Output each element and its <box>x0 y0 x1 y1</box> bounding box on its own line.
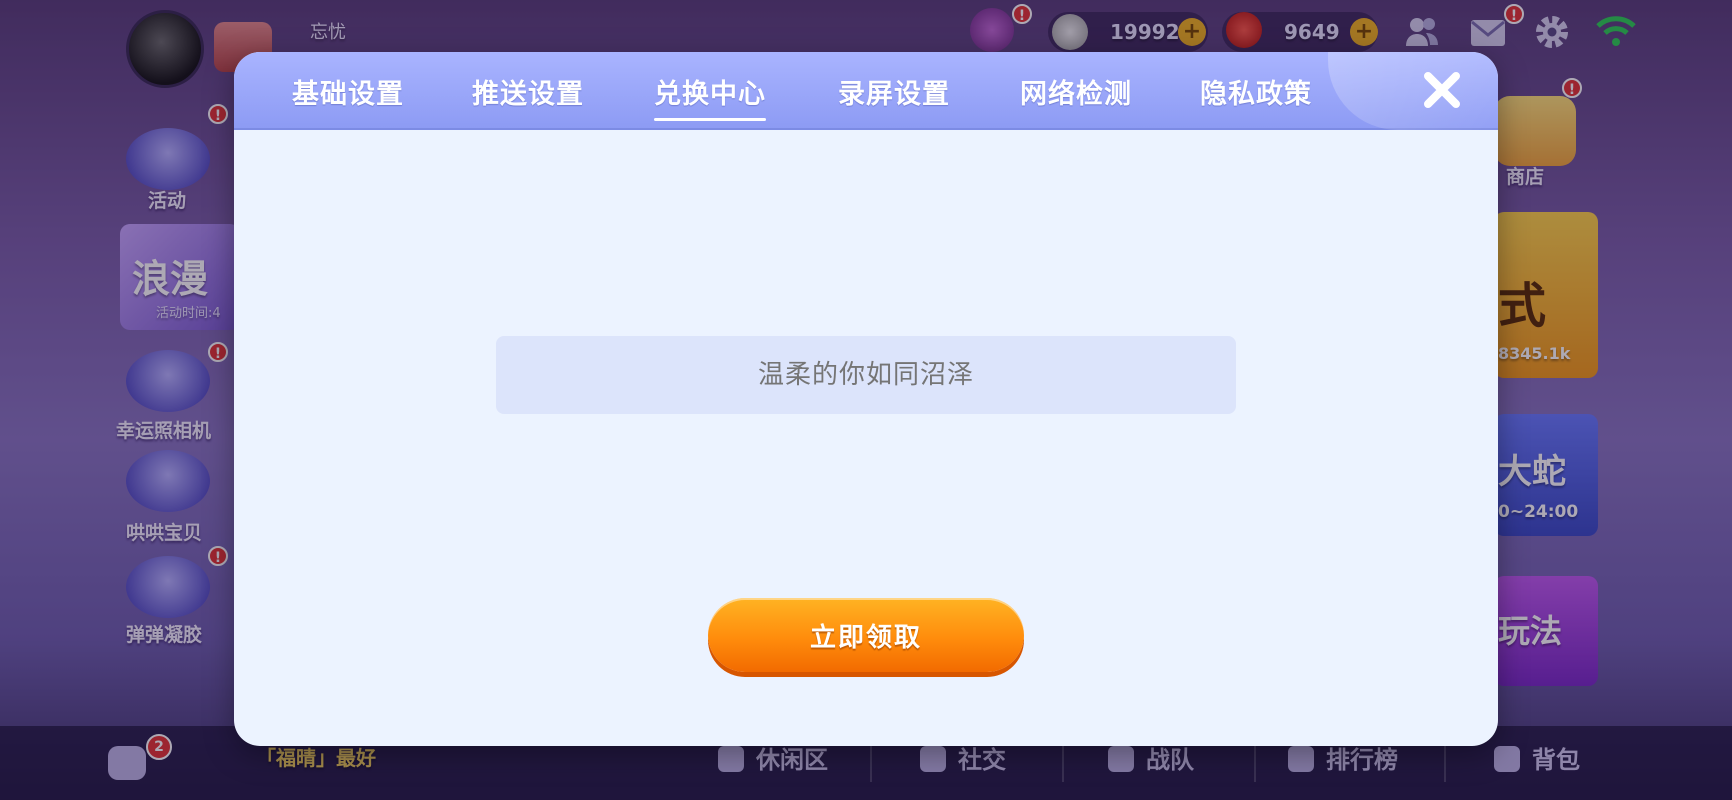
right-banner-1-title: 式 <box>1498 278 1547 334</box>
right-banner-3[interactable]: 玩法 <box>1494 576 1598 686</box>
activity-badge: ! <box>208 104 228 124</box>
add-coins-button[interactable]: + <box>1178 18 1206 46</box>
microphone-icon <box>718 746 744 772</box>
notification-badge: ! <box>1012 4 1032 24</box>
right-banner-1-subtitle: 8345.1k <box>1498 344 1571 363</box>
tab-recording-settings[interactable]: 录屏设置 <box>838 72 950 111</box>
social-icon <box>920 746 946 772</box>
lucky-camera-button[interactable] <box>126 350 210 412</box>
backpack-icon <box>1494 746 1520 772</box>
nav-leisure-label: 休闲区 <box>756 746 828 774</box>
shop-button[interactable] <box>1494 96 1576 166</box>
left-event-banner[interactable]: 浪漫 活动时间:4 <box>120 224 240 330</box>
apple-icon <box>1226 12 1262 48</box>
nav-divider <box>870 746 872 782</box>
friends-icon[interactable] <box>1404 14 1440 50</box>
nav-divider <box>1254 746 1256 782</box>
jelly-label: 弹弹凝胶 <box>126 624 203 646</box>
tab-bar-corner-decoration <box>1328 52 1498 130</box>
coin-count: 19992 <box>1110 20 1180 44</box>
right-banner-2-subtitle: 0~24:00 <box>1498 502 1579 522</box>
nav-backpack[interactable]: 背包 <box>1494 740 1580 775</box>
nav-divider <box>1062 746 1064 782</box>
gear-icon[interactable] <box>1534 14 1570 50</box>
chat-unread-badge: 2 <box>146 734 172 760</box>
claim-now-button[interactable]: 立即领取 <box>708 598 1024 672</box>
add-apples-button[interactable]: + <box>1350 18 1378 46</box>
chat-ticker: 「福晴」最好 <box>256 746 376 770</box>
mail-icon[interactable] <box>1470 16 1506 52</box>
right-banner-3-title: 玩法 <box>1498 612 1563 650</box>
shop-label: 商店 <box>1506 166 1545 188</box>
wifi-icon <box>1596 14 1636 50</box>
nav-team-label: 战队 <box>1146 746 1194 774</box>
player-avatar[interactable] <box>126 10 204 88</box>
trophy-icon <box>1288 746 1314 772</box>
tab-push-settings[interactable]: 推送设置 <box>472 72 584 111</box>
player-nickname: 忘忧 <box>310 22 346 43</box>
team-icon <box>1108 746 1134 772</box>
redeem-code-input[interactable] <box>496 336 1236 414</box>
close-icon[interactable] <box>1420 68 1464 112</box>
lucky-camera-badge: ! <box>208 342 228 362</box>
right-banner-1[interactable]: 式 8345.1k <box>1494 212 1598 378</box>
coin-icon <box>1052 14 1088 50</box>
tab-privacy-policy[interactable]: 隐私政策 <box>1200 72 1312 111</box>
jelly-button[interactable] <box>126 556 210 618</box>
tab-redeem-center[interactable]: 兑换中心 <box>654 72 766 121</box>
shop-badge: ! <box>1562 78 1582 98</box>
activity-button[interactable] <box>126 128 210 190</box>
apple-count: 9649 <box>1284 20 1340 44</box>
chat-icon[interactable] <box>108 746 146 780</box>
activity-label: 活动 <box>148 190 187 212</box>
bell-icon[interactable] <box>970 8 1014 52</box>
settings-modal: 基础设置 推送设置 兑换中心 录屏设置 网络检测 隐私政策 立即领取 <box>234 52 1498 746</box>
settings-tab-bar: 基础设置 推送设置 兑换中心 录屏设置 网络检测 隐私政策 <box>234 52 1498 130</box>
nav-backpack-label: 背包 <box>1532 746 1580 774</box>
nav-divider <box>1444 746 1446 782</box>
left-banner-subtitle: 活动时间:4 <box>156 306 221 321</box>
tab-network-check[interactable]: 网络检测 <box>1020 72 1132 111</box>
right-banner-2-title: 大蛇 <box>1498 452 1566 492</box>
left-banner-title: 浪漫 <box>132 257 209 301</box>
lucky-camera-label: 幸运照相机 <box>116 420 212 442</box>
nav-social-label: 社交 <box>958 746 1006 774</box>
baby-label: 哄哄宝贝 <box>126 522 203 544</box>
right-banner-2[interactable]: 大蛇 0~24:00 <box>1494 414 1598 536</box>
tab-basic-settings[interactable]: 基础设置 <box>292 72 404 111</box>
baby-button[interactable] <box>126 450 210 512</box>
mail-badge: ! <box>1504 4 1524 24</box>
jelly-badge: ! <box>208 546 228 566</box>
nav-leaderboard-label: 排行榜 <box>1326 746 1398 774</box>
